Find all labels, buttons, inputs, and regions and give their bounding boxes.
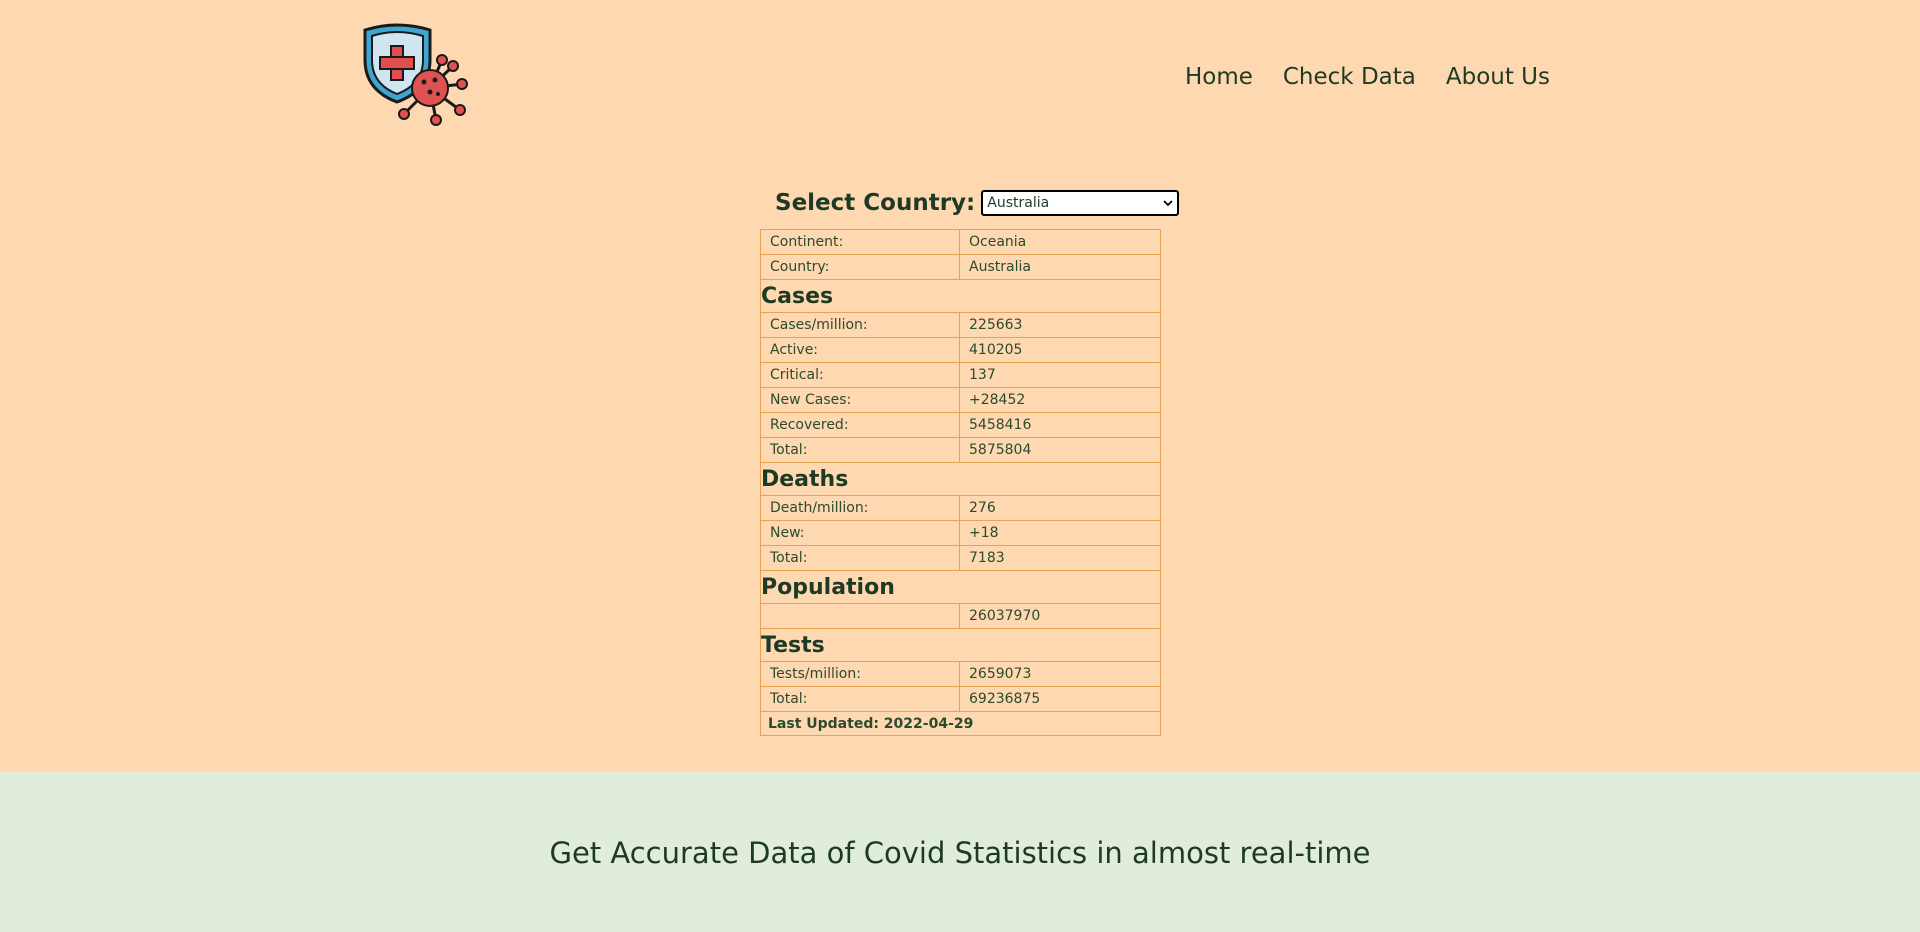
select-country-label: Select Country: [775,190,976,216]
table-row: Tests/million: 2659073 [761,662,1160,687]
tests-heading: Tests [761,629,1160,662]
nav-home-link[interactable]: Home [1185,62,1253,92]
table-row: Continent: Oceania [761,230,1160,255]
table-row: Recovered: 5458416 [761,413,1160,438]
country-dropdown[interactable]: Australia [981,190,1180,216]
new-deaths-label: New: [761,521,960,545]
deaths-total-label: Total: [761,546,960,570]
table-row: New Cases: +28452 [761,388,1160,413]
country-value: Australia [969,259,1031,275]
table-row: Death/million: 276 [761,496,1160,521]
tests-per-million-value: 2659073 [969,666,1032,682]
tests-total-label: Total: [761,687,960,711]
cases-total-value: 5875804 [969,442,1032,458]
population-value: 26037970 [969,608,1041,624]
critical-value: 137 [969,367,996,383]
table-row: 26037970 [761,604,1160,629]
nav-about-us-link[interactable]: About Us [1446,62,1550,92]
table-row: New: +18 [761,521,1160,546]
last-updated-text: Last Updated: 2022-04-29 [768,716,974,732]
chevron-down-icon [1163,200,1173,207]
table-row: Country: Australia [761,255,1160,280]
table-row: Total: 5875804 [761,438,1160,463]
table-row: Active: 410205 [761,338,1160,363]
country-label: Country: [761,255,960,279]
cases-per-million-label: Cases/million: [761,313,960,337]
cases-per-million-value: 225663 [969,317,1023,333]
recovered-value: 5458416 [969,417,1032,433]
table-row: Critical: 137 [761,363,1160,388]
cases-heading: Cases [761,280,1160,313]
nav-check-data-link[interactable]: Check Data [1283,62,1416,92]
country-selector: Select Country: Australia [775,190,1180,216]
new-deaths-value: +18 [969,525,999,541]
critical-label: Critical: [761,363,960,387]
death-per-million-value: 276 [969,500,996,516]
active-value: 410205 [969,342,1023,358]
continent-label: Continent: [761,230,960,254]
population-label [761,604,960,628]
population-heading: Population [761,571,1160,604]
shield-virus-logo-icon[interactable] [360,20,470,130]
table-row: Total: 69236875 [761,687,1160,712]
deaths-heading: Deaths [761,463,1160,496]
tagline: Get Accurate Data of Covid Statistics in… [549,836,1371,870]
active-label: Active: [761,338,960,362]
deaths-total-value: 7183 [969,550,1005,566]
recovered-label: Recovered: [761,413,960,437]
main-nav: Home Check Data About Us [1185,62,1550,92]
new-cases-label: New Cases: [761,388,960,412]
continent-value: Oceania [969,234,1027,250]
header-section: Home Check Data About Us Select Country:… [0,0,1920,772]
table-row: Cases/million: 225663 [761,313,1160,338]
covid-stats-table: Continent: Oceania Country: Australia Ca… [760,229,1161,736]
new-cases-value: +28452 [969,392,1026,408]
tests-per-million-label: Tests/million: [761,662,960,686]
tests-total-value: 69236875 [969,691,1041,707]
country-dropdown-value: Australia [987,195,1050,211]
table-row: Total: 7183 [761,546,1160,571]
cases-total-label: Total: [761,438,960,462]
death-per-million-label: Death/million: [761,496,960,520]
